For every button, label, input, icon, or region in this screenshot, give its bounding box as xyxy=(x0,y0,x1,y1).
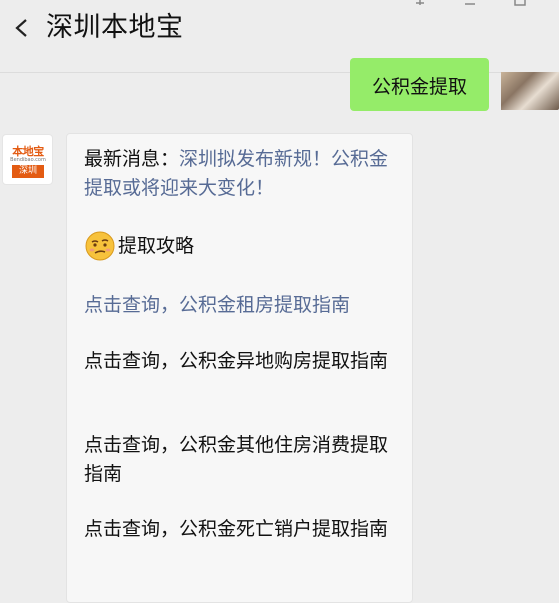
guide-item-remote-purchase[interactable]: 点击查询，公积金异地购房提取指南 xyxy=(84,347,404,376)
logo-subtext: Bendibao.com xyxy=(10,157,46,163)
maximize-icon[interactable] xyxy=(512,0,528,8)
news-prefix: 最新消息： xyxy=(84,148,180,170)
thinking-emoji-icon xyxy=(85,231,115,261)
logo-badge: 深圳 xyxy=(12,165,44,178)
chevron-left-icon xyxy=(15,19,27,37)
back-button[interactable] xyxy=(8,14,36,42)
account-avatar[interactable]: 本地宝 Bendibao.com 深圳 xyxy=(2,134,53,185)
outgoing-message-text: 公积金提取 xyxy=(371,76,467,98)
guide-item-other-housing[interactable]: 点击查询，公积金其他住房消费提取指南 xyxy=(84,431,404,489)
minimize-icon[interactable] xyxy=(462,0,478,8)
page-title: 深圳本地宝 xyxy=(46,12,184,43)
pin-icon[interactable] xyxy=(412,0,428,8)
guide-link-rent[interactable]: 点击查询，公积金租房提取指南 xyxy=(84,291,404,320)
guide-item-account-closure[interactable]: 点击查询，公积金死亡销户提取指南 xyxy=(84,515,404,544)
user-avatar[interactable] xyxy=(501,72,559,110)
news-line: 最新消息：深圳拟发布新规！公积金提取或将迎来大变化！ xyxy=(84,145,404,203)
section-heading: 提取攻略 xyxy=(84,230,404,262)
section-title: 提取攻略 xyxy=(118,234,195,257)
outgoing-message-bubble[interactable]: 公积金提取 xyxy=(350,58,489,111)
